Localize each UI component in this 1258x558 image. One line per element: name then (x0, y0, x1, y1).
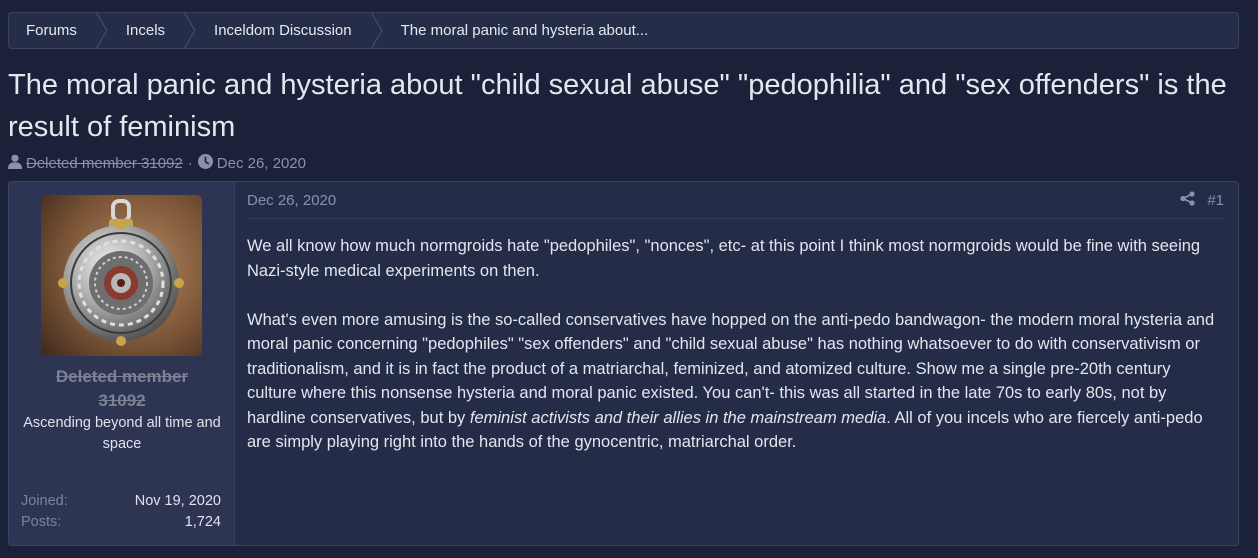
medallion-avatar-icon (41, 195, 202, 356)
share-icon[interactable] (1180, 190, 1195, 210)
posts-row: Posts: 1,724 (21, 512, 221, 533)
breadcrumb-incels[interactable]: Incels (109, 13, 183, 48)
posts-label: Posts: (21, 514, 62, 530)
post-paragraph: What's even more amusing is the so-calle… (247, 308, 1224, 455)
user-stats: Joined: Nov 19, 2020 Posts: 1,724 (21, 491, 221, 533)
post-username[interactable]: Deleted member 31092 (9, 365, 235, 413)
post-header: Dec 26, 2020 #1 (247, 182, 1224, 219)
joined-row: Joined: Nov 19, 2020 (21, 491, 221, 512)
post-content: Dec 26, 2020 #1 We all know how much nor… (235, 182, 1238, 545)
user-icon (8, 154, 22, 173)
breadcrumb-separator (95, 13, 109, 48)
meta-separator: · (187, 154, 193, 172)
post-header-actions: #1 (1180, 190, 1224, 210)
breadcrumb-separator (183, 13, 197, 48)
post-date-link[interactable]: Dec 26, 2020 (247, 192, 336, 209)
post-paragraph: We all know how much normgroids hate "pe… (247, 237, 1201, 280)
breadcrumb-current-thread[interactable]: The moral panic and hysteria about... (384, 13, 667, 48)
joined-value: Nov 19, 2020 (134, 493, 221, 509)
user-title: Ascending beyond all time and space (23, 415, 221, 452)
joined-label: Joined: (21, 493, 68, 509)
breadcrumb-separator (370, 13, 384, 48)
post-number-link[interactable]: #1 (1207, 192, 1224, 209)
breadcrumb: Forums Incels Inceldom Discussion The mo… (8, 12, 1239, 49)
thread-meta: Deleted member 31092 · Dec 26, 2020 (8, 152, 306, 174)
post-emphasis: feminist activists and their allies in t… (469, 408, 887, 427)
thread-author-link[interactable]: Deleted member 31092 (26, 155, 183, 172)
post: Deleted member 31092 Ascending beyond al… (8, 181, 1239, 546)
thread-date-link[interactable]: Dec 26, 2020 (217, 155, 306, 172)
post-user-panel: Deleted member 31092 Ascending beyond al… (9, 182, 235, 545)
posts-value: 1,724 (184, 514, 221, 530)
clock-icon (197, 153, 213, 173)
user-avatar[interactable] (41, 195, 202, 356)
thread-title: The moral panic and hysteria about "chil… (8, 69, 1227, 143)
post-body: We all know how much normgroids hate "pe… (247, 234, 1224, 479)
breadcrumb-inceldom-discussion[interactable]: Inceldom Discussion (197, 13, 370, 48)
breadcrumb-forums[interactable]: Forums (9, 13, 95, 48)
